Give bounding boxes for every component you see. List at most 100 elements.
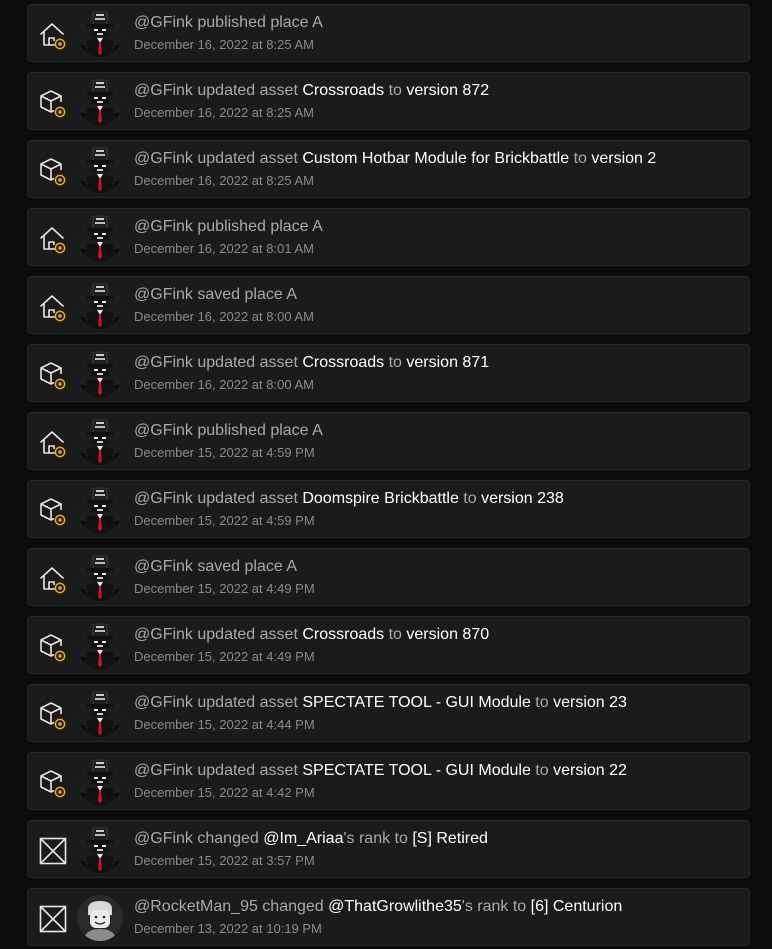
activity-item: @GFink updated asset Crossroads to versi… xyxy=(27,616,750,674)
activity-description: @RocketMan_95 changed @ThatGrowlithe35's… xyxy=(134,897,739,917)
avatar[interactable] xyxy=(77,283,123,329)
actor-username[interactable]: @GFink xyxy=(134,422,193,439)
activity-description: @GFink updated asset Crossroads to versi… xyxy=(134,353,739,373)
highlight-text: Crossroads xyxy=(302,82,385,99)
actor-username[interactable]: @GFink xyxy=(134,286,193,303)
asset-icon xyxy=(38,88,68,118)
description-text: updated asset xyxy=(192,82,303,99)
description-text: changed xyxy=(192,830,264,847)
asset-icon xyxy=(38,700,68,730)
timestamp: December 16, 2022 at 8:25 AM xyxy=(134,173,314,188)
asset-icon xyxy=(38,632,68,662)
highlight-text: Doomspire Brickbattle xyxy=(302,490,459,507)
timestamp: December 15, 2022 at 4:49 PM xyxy=(134,581,315,596)
avatar[interactable] xyxy=(77,555,123,601)
actor-username[interactable]: @GFink xyxy=(134,694,193,711)
activity-text: @GFink updated asset Doomspire Brickbatt… xyxy=(134,489,739,529)
actor-username[interactable]: @GFink xyxy=(134,14,193,31)
activity-description: @GFink updated asset Custom Hotbar Modul… xyxy=(134,149,739,169)
avatar[interactable] xyxy=(77,759,123,805)
activity-description: @GFink published place A xyxy=(134,217,739,237)
activity-item: @GFink updated asset Crossroads to versi… xyxy=(27,72,750,130)
activity-description: @GFink published place A xyxy=(134,13,739,33)
activity-text: @GFink updated asset Custom Hotbar Modul… xyxy=(134,149,739,189)
avatar[interactable] xyxy=(77,419,123,465)
avatar[interactable] xyxy=(77,487,123,533)
activity-item: @GFink updated asset SPECTATE TOOL - GUI… xyxy=(27,684,750,742)
activity-text: @GFink updated asset SPECTATE TOOL - GUI… xyxy=(134,761,739,801)
activity-text: @GFink updated asset Crossroads to versi… xyxy=(134,81,739,121)
activity-text: @GFink changed @Im_Ariaa's rank to [S] R… xyxy=(134,829,739,869)
asset-icon xyxy=(38,156,68,186)
description-text: updated asset xyxy=(192,150,303,167)
activity-item: @GFink saved place A December 16, 2022 at… xyxy=(27,276,750,334)
activity-item: @GFink published place A December 15, 202… xyxy=(27,412,750,470)
activity-text: @GFink published place A December 16, 202… xyxy=(134,217,739,257)
activity-description: @GFink saved place A xyxy=(134,285,739,305)
actor-username[interactable]: @GFink xyxy=(134,150,193,167)
activity-text: @GFink published place A December 16, 202… xyxy=(134,13,739,53)
highlight-text: Custom Hotbar Module for Brickbattle xyxy=(302,150,570,167)
description-text: updated asset xyxy=(192,694,303,711)
timestamp: December 15, 2022 at 4:42 PM xyxy=(134,785,315,800)
actor-username[interactable]: @GFink xyxy=(134,830,193,847)
highlight-text: [S] Retired xyxy=(412,830,488,847)
activity-item: @GFink published place A December 16, 202… xyxy=(27,4,750,62)
highlight-text: version 238 xyxy=(481,490,564,507)
highlight-text: version 23 xyxy=(553,694,627,711)
activity-description: @GFink changed @Im_Ariaa's rank to [S] R… xyxy=(134,829,739,849)
place-icon xyxy=(38,564,68,594)
avatar[interactable] xyxy=(77,351,123,397)
highlight-text[interactable]: @ThatGrowlithe35 xyxy=(328,898,462,915)
description-text: to xyxy=(458,490,482,507)
avatar[interactable] xyxy=(77,691,123,737)
asset-icon xyxy=(38,496,68,526)
activity-description: @GFink updated asset Crossroads to versi… xyxy=(134,81,739,101)
actor-username[interactable]: @GFink xyxy=(134,626,193,643)
rank-icon xyxy=(38,836,68,866)
description-text: saved place A xyxy=(192,286,297,303)
activity-item: @GFink updated asset SPECTATE TOOL - GUI… xyxy=(27,752,750,810)
description-text: saved place A xyxy=(192,558,297,575)
timestamp: December 13, 2022 at 10:19 PM xyxy=(134,921,322,936)
timestamp: December 15, 2022 at 4:59 PM xyxy=(134,445,315,460)
actor-username[interactable]: @GFink xyxy=(134,558,193,575)
actor-username[interactable]: @GFink xyxy=(134,218,193,235)
activity-description: @GFink published place A xyxy=(134,421,739,441)
highlight-text: version 22 xyxy=(553,762,627,779)
avatar[interactable] xyxy=(77,147,123,193)
actor-username[interactable]: @GFink xyxy=(134,82,193,99)
description-text: to xyxy=(384,354,407,371)
highlight-text: SPECTATE TOOL - GUI Module xyxy=(302,694,531,711)
activity-item: @GFink saved place A December 15, 2022 at… xyxy=(27,548,750,606)
highlight-text[interactable]: @Im_Ariaa xyxy=(263,830,343,847)
actor-username[interactable]: @GFink xyxy=(134,354,193,371)
actor-username[interactable]: @RocketMan_95 xyxy=(134,898,258,915)
activity-feed: @GFink published place A December 16, 202… xyxy=(0,0,772,946)
asset-icon xyxy=(38,768,68,798)
highlight-text: Crossroads xyxy=(302,354,385,371)
timestamp: December 15, 2022 at 3:57 PM xyxy=(134,853,315,868)
highlight-text: version 870 xyxy=(406,626,490,643)
avatar[interactable] xyxy=(77,623,123,669)
avatar[interactable] xyxy=(77,215,123,261)
activity-item: @RocketMan_95 changed @ThatGrowlithe35's… xyxy=(27,888,750,946)
activity-text: @GFink saved place A December 16, 2022 at… xyxy=(134,285,739,325)
avatar[interactable] xyxy=(77,11,123,57)
avatar[interactable] xyxy=(77,79,123,125)
timestamp: December 16, 2022 at 8:00 AM xyxy=(134,377,314,392)
actor-username[interactable]: @GFink xyxy=(134,762,193,779)
timestamp: December 16, 2022 at 8:01 AM xyxy=(134,241,314,256)
description-text: 's rank to xyxy=(343,830,413,847)
place-icon xyxy=(38,224,68,254)
highlight-text: [6] Centurion xyxy=(530,898,623,915)
avatar[interactable] xyxy=(77,895,123,941)
actor-username[interactable]: @GFink xyxy=(134,490,193,507)
description-text: 's rank to xyxy=(461,898,531,915)
avatar[interactable] xyxy=(77,827,123,873)
description-text: to xyxy=(569,150,592,167)
description-text: published place A xyxy=(192,218,323,235)
description-text: updated asset xyxy=(192,490,303,507)
description-text: to xyxy=(384,82,407,99)
description-text: to xyxy=(384,626,407,643)
